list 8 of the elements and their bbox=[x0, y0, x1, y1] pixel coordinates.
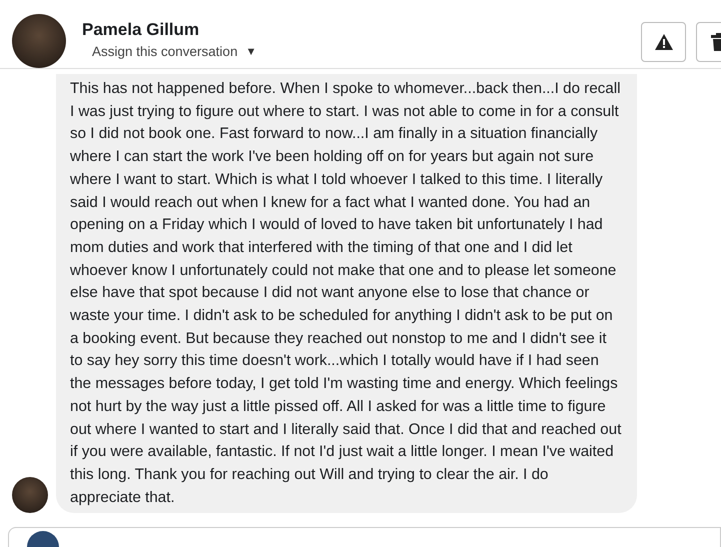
contact-name: Pamela Gillum bbox=[82, 20, 200, 40]
warning-button[interactable] bbox=[641, 22, 686, 62]
profile-photo-placeholder bbox=[12, 14, 66, 68]
message-text: This has not happened before. When I spoke to whomever...back then...I do recall I was just trying to figure out where to start. I was not able to come in for a consult so I did not book one. Fast forward to now...I am finally in a situation financially where I can start the work I've been holding off on for years but again not sure where I want to start. Which is what I told whoever I talked to this time. I literally said I would reach out when I knew for a fact what I wanted done. You had an opening on a Friday which I would of loved to have taken bit unfortunately I had mom duties and work that interfered with the timing of that one and I did let whoever know I unfortunately could not make that one and to please let someone else have that spot because I did not want anyone else to lose that chance or waste your time. I didn't ask to be scheduled for anything I didn't ask to be put on a booking event. But because they reached out nonstop to me and I didn't see it to say hey sorry this time doesn't work...which I totally would have if I had seen the messages before today, I get told I'm wasting time and energy. Which feelings not hurt by the way just a little pissed off. All I asked for was a little time to figure out where I wanted to start and I literally said that. Once I did that and reached out if you were available, fantastic. If not I'd just wait a little longer. I mean I've waited this long. Thank you for reaching out Will and trying to clear the air. I do appreciate that. bbox=[56, 74, 637, 514]
warning-icon bbox=[654, 34, 672, 50]
reply-composer[interactable] bbox=[8, 527, 721, 547]
profile-photo-placeholder bbox=[12, 477, 48, 514]
assign-conversation-dropdown[interactable]: Assign this conversation ▼ bbox=[82, 44, 625, 59]
